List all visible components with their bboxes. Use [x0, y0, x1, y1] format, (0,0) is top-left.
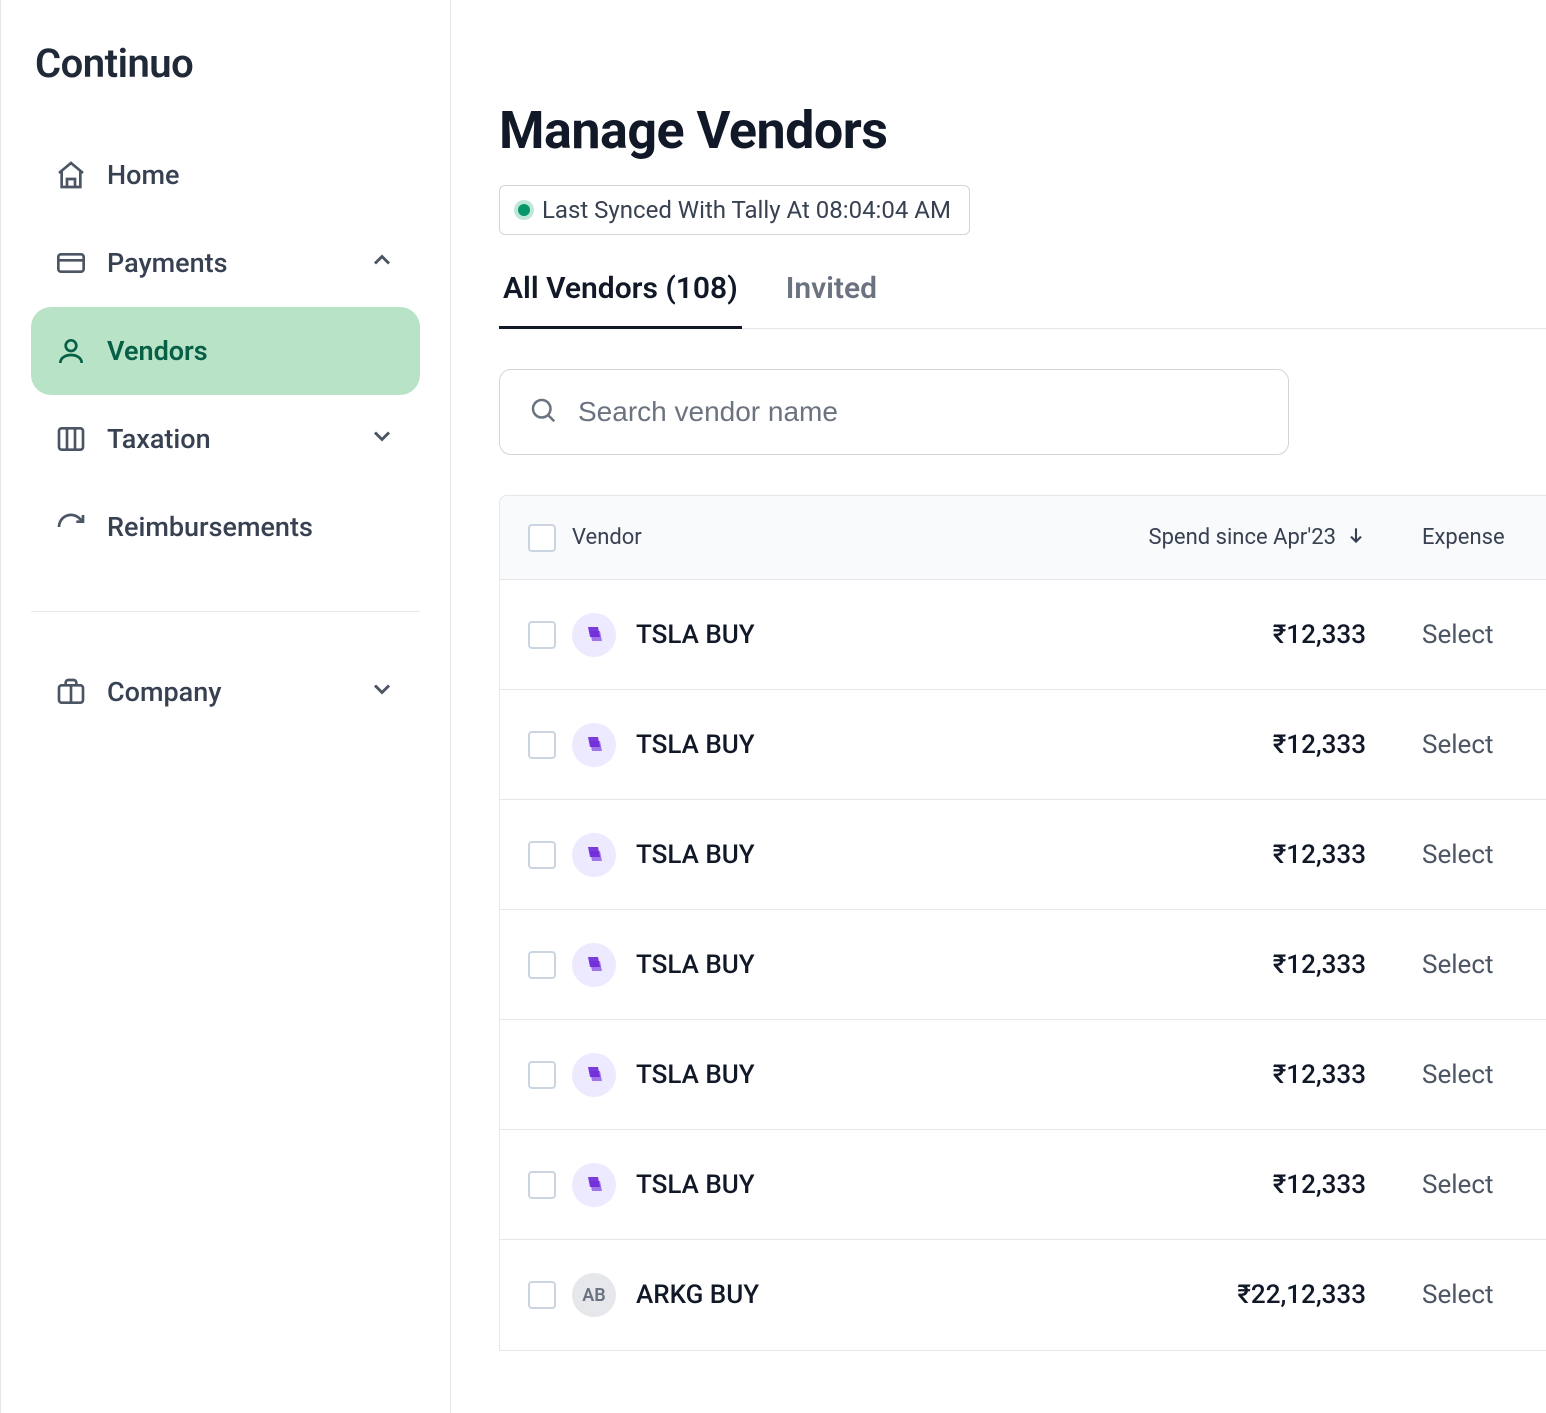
sync-status-text: Last Synced With Tally At 08:04:04 AM	[542, 196, 951, 224]
vendor-avatar: AB	[572, 1273, 616, 1317]
row-checkbox[interactable]	[528, 731, 556, 759]
vendor-name: TSLA BUY	[636, 1170, 755, 1200]
table-row[interactable]: TSLA BUY ₹12,333 Select	[500, 1130, 1546, 1240]
table-row[interactable]: TSLA BUY ₹12,333 Select	[500, 580, 1546, 690]
chevron-down-icon	[368, 675, 396, 710]
expense-select[interactable]: Select	[1422, 1170, 1493, 1200]
vendor-name: TSLA BUY	[636, 950, 755, 980]
expense-select[interactable]: Select	[1422, 950, 1493, 980]
sidebar-item-label: Vendors	[107, 335, 208, 367]
card-icon	[55, 247, 87, 279]
vendor-avatar	[572, 833, 616, 877]
vendor-avatar	[572, 1163, 616, 1207]
page-title: Manage Vendors	[499, 100, 1546, 161]
expense-select[interactable]: Select	[1422, 840, 1493, 870]
chevron-down-icon	[368, 422, 396, 457]
select-all-checkbox[interactable]	[528, 524, 556, 552]
brand-logo: Continuo	[31, 40, 420, 111]
expense-select[interactable]: Select	[1422, 730, 1493, 760]
column-header-spend[interactable]: Spend since Apr'23	[1149, 525, 1337, 550]
sidebar-item-taxation[interactable]: Taxation	[31, 395, 420, 483]
briefcase-icon	[55, 676, 87, 708]
refresh-icon	[55, 511, 87, 543]
columns-icon	[55, 423, 87, 455]
sidebar: Continuo Home Payments	[1, 0, 451, 1413]
sidebar-divider	[31, 611, 420, 612]
row-checkbox[interactable]	[528, 841, 556, 869]
tabs: All Vendors (108) Invited	[499, 271, 1546, 329]
sidebar-item-company[interactable]: Company	[31, 648, 420, 736]
sidebar-item-payments[interactable]: Payments	[31, 219, 420, 307]
vendor-name: TSLA BUY	[636, 840, 755, 870]
sidebar-item-label: Reimbursements	[107, 511, 313, 543]
user-icon	[55, 335, 87, 367]
vendor-name: TSLA BUY	[636, 730, 755, 760]
spend-value: ₹12,333	[1273, 620, 1366, 650]
column-header-vendor[interactable]: Vendor	[572, 525, 642, 550]
vendor-name: TSLA BUY	[636, 620, 755, 650]
chevron-up-icon	[368, 246, 396, 281]
row-checkbox[interactable]	[528, 1061, 556, 1089]
vendor-avatar	[572, 1053, 616, 1097]
vendor-avatar	[572, 723, 616, 767]
vendors-table: Vendor Spend since Apr'23 Expense TSLA B…	[499, 495, 1546, 1351]
search-field[interactable]	[499, 369, 1289, 455]
spend-value: ₹12,333	[1273, 1170, 1366, 1200]
expense-select[interactable]: Select	[1422, 620, 1493, 650]
spend-value: ₹22,12,333	[1237, 1280, 1366, 1310]
spend-value: ₹12,333	[1273, 730, 1366, 760]
sidebar-item-label: Company	[107, 676, 221, 708]
column-header-expense[interactable]: Expense	[1422, 525, 1505, 550]
expense-select[interactable]: Select	[1422, 1280, 1493, 1310]
status-dot-icon	[518, 204, 530, 216]
spend-value: ₹12,333	[1273, 950, 1366, 980]
table-row[interactable]: AB ARKG BUY ₹22,12,333 Select	[500, 1240, 1546, 1350]
sidebar-item-label: Payments	[107, 247, 228, 279]
spend-value: ₹12,333	[1273, 1060, 1366, 1090]
table-row[interactable]: TSLA BUY ₹12,333 Select	[500, 800, 1546, 910]
vendor-avatar	[572, 613, 616, 657]
sort-descending-icon	[1346, 525, 1366, 551]
sidebar-item-label: Home	[107, 159, 179, 191]
sidebar-item-reimbursements[interactable]: Reimbursements	[31, 483, 420, 571]
table-row[interactable]: TSLA BUY ₹12,333 Select	[500, 1020, 1546, 1130]
table-row[interactable]: TSLA BUY ₹12,333 Select	[500, 910, 1546, 1020]
row-checkbox[interactable]	[528, 621, 556, 649]
search-input[interactable]	[578, 396, 1260, 428]
tab-all-vendors[interactable]: All Vendors (108)	[499, 271, 742, 329]
vendor-name: TSLA BUY	[636, 1060, 755, 1090]
main-content: Manage Vendors Last Synced With Tally At…	[451, 0, 1546, 1413]
expense-select[interactable]: Select	[1422, 1060, 1493, 1090]
sidebar-item-home[interactable]: Home	[31, 131, 420, 219]
search-icon	[528, 395, 558, 429]
spend-value: ₹12,333	[1273, 840, 1366, 870]
vendor-avatar	[572, 943, 616, 987]
tab-invited[interactable]: Invited	[782, 271, 881, 329]
row-checkbox[interactable]	[528, 1171, 556, 1199]
table-row[interactable]: TSLA BUY ₹12,333 Select	[500, 690, 1546, 800]
sidebar-item-label: Taxation	[107, 423, 211, 455]
home-icon	[55, 159, 87, 191]
row-checkbox[interactable]	[528, 951, 556, 979]
row-checkbox[interactable]	[528, 1281, 556, 1309]
table-header-row: Vendor Spend since Apr'23 Expense	[500, 496, 1546, 580]
sync-status-badge: Last Synced With Tally At 08:04:04 AM	[499, 185, 970, 235]
vendor-name: ARKG BUY	[636, 1280, 759, 1310]
sidebar-item-vendors[interactable]: Vendors	[31, 307, 420, 395]
